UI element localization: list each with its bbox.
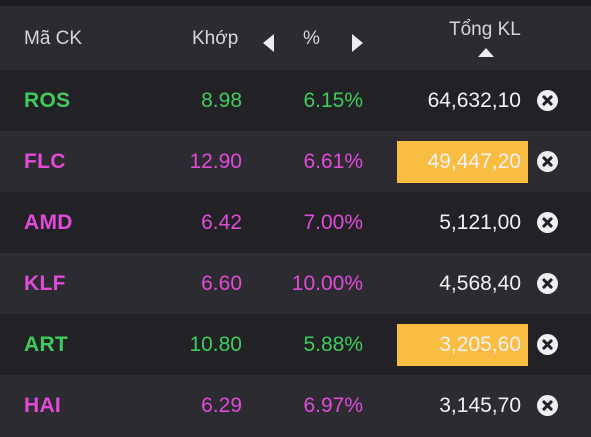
percent-change: 5.88% [303,333,363,356]
remove-icon[interactable] [537,395,558,416]
total-volume: 4,568,40 [439,272,521,295]
match-price: 8.98 [201,89,242,112]
percent-change: 10.00% [291,272,363,295]
stock-code[interactable]: KLF [24,272,66,296]
total-volume: 3,205,60 [439,333,521,356]
stock-code[interactable]: AMD [24,211,73,235]
table-row[interactable]: FLC 12.90 6.61% 49,447,20 [0,131,591,192]
table-row[interactable]: KLF 6.60 10.00% 4,568,40 [0,253,591,314]
remove-icon[interactable] [537,151,558,172]
column-header-code[interactable]: Mã CK [24,28,82,50]
stock-code[interactable]: FLC [24,150,66,174]
column-header-volume[interactable]: Tổng KL [449,19,521,41]
caret-left-icon[interactable] [263,34,274,52]
column-header-price[interactable]: Khớp [192,28,238,50]
stock-code[interactable]: HAI [24,394,61,418]
match-price: 6.29 [201,394,242,417]
stock-code[interactable]: ART [24,333,68,357]
match-price: 12.90 [189,150,242,173]
table-row[interactable]: ART 10.80 5.88% 3,205,60 [0,314,591,375]
sort-ascending-icon[interactable] [478,48,494,57]
total-volume: 5,121,00 [439,211,521,234]
total-volume: 49,447,20 [427,150,521,173]
table-row[interactable]: HAI 6.29 6.97% 3,145,70 [0,375,591,436]
total-volume: 3,145,70 [439,394,521,417]
table-header: Mã CK Khớp % Tổng KL [0,6,591,70]
percent-change: 6.97% [303,394,363,417]
percent-change: 6.61% [303,150,363,173]
remove-icon[interactable] [537,334,558,355]
match-price: 10.80 [189,333,242,356]
remove-icon[interactable] [537,90,558,111]
remove-icon[interactable] [537,212,558,233]
match-price: 6.42 [201,211,242,234]
percent-change: 6.15% [303,89,363,112]
stock-code[interactable]: ROS [24,89,70,113]
caret-right-icon[interactable] [352,34,363,52]
total-volume: 64,632,10 [427,89,521,112]
column-header-percent[interactable]: % [303,28,320,50]
percent-change: 7.00% [303,211,363,234]
table-row[interactable]: ROS 8.98 6.15% 64,632,10 [0,70,591,131]
match-price: 6.60 [201,272,242,295]
remove-icon[interactable] [537,273,558,294]
table-row[interactable]: AMD 6.42 7.00% 5,121,00 [0,192,591,253]
